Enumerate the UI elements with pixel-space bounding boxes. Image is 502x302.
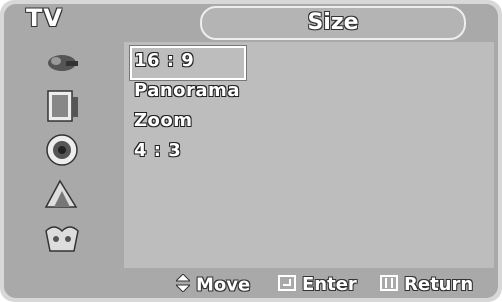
page-title: Size — [307, 10, 359, 35]
option-zoom[interactable]: Zoom — [134, 110, 193, 131]
channel-icon — [46, 134, 78, 166]
sidebar-item-sound[interactable] — [8, 86, 118, 126]
sidebar-item-picture[interactable] — [8, 42, 118, 82]
move-hint: Move — [174, 273, 251, 297]
enter-hint: Enter — [278, 274, 357, 296]
option-16-9[interactable]: 16 : 9 — [134, 50, 194, 71]
footer-bar: Move Enter Return — [0, 270, 502, 302]
sidebar-item-input[interactable] — [8, 218, 118, 258]
picture-icon — [48, 55, 78, 71]
option-panorama[interactable]: Panorama — [134, 80, 240, 101]
sidebar-item-channel[interactable] — [8, 130, 118, 170]
input-icon — [45, 226, 79, 252]
title-pill: Size — [200, 6, 466, 40]
header-bar: TV Size — [0, 0, 502, 40]
option-4-3[interactable]: 4 : 3 — [134, 140, 181, 161]
osd-menu: TV Size 16: 9 Panorama Zoom 4: 3 Move … — [0, 0, 502, 302]
sidebar-item-setup[interactable] — [8, 174, 118, 214]
sound-icon — [47, 90, 78, 122]
move-label: Move — [196, 274, 251, 296]
enter-label: Enter — [302, 274, 357, 295]
updown-arrow-icon — [174, 273, 192, 297]
menu-icon — [380, 274, 398, 296]
setup-icon — [44, 179, 78, 208]
enter-icon — [278, 274, 296, 296]
sidebar — [8, 42, 118, 262]
return-hint: Return — [380, 274, 473, 296]
tv-label: TV — [26, 4, 63, 32]
return-label: Return — [404, 274, 474, 295]
